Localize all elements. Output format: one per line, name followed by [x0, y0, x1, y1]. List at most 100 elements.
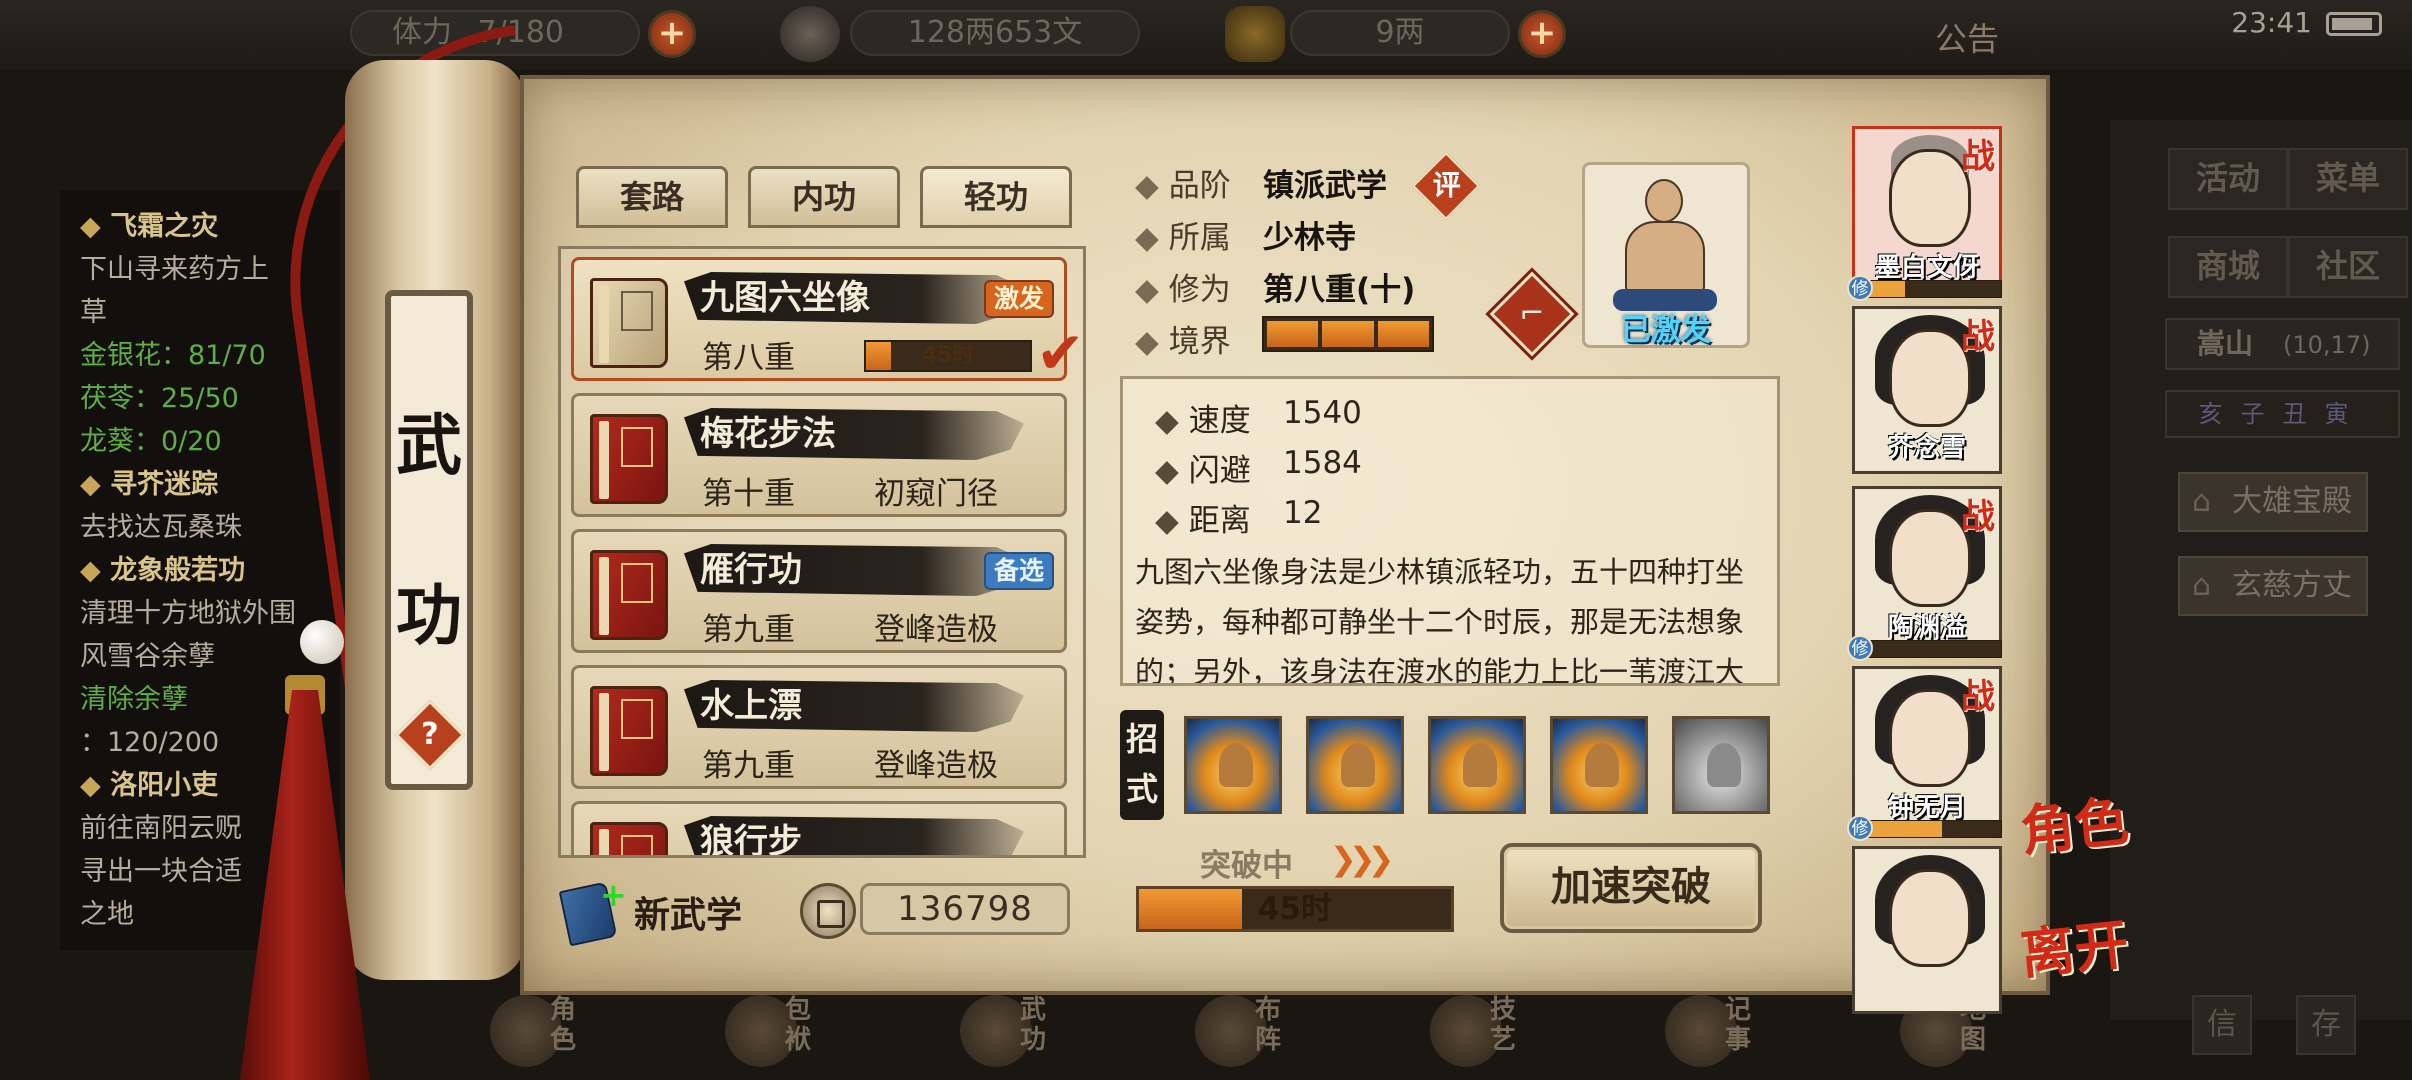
notice-button[interactable]: 公告 — [1935, 14, 1999, 60]
quest-line: 下山寻来药方上 — [80, 254, 269, 285]
stat-label: 距离 — [1155, 503, 1251, 539]
skill-progress: 45时 — [864, 340, 1032, 372]
monk-body — [1625, 221, 1705, 293]
nav-item-4[interactable]: 布阵 — [1185, 985, 1325, 1075]
character-card[interactable]: 墨白文伢 战 — [1852, 126, 2002, 294]
quest-line: 之地 — [80, 899, 134, 930]
battle-badge: 战 — [1961, 497, 1995, 537]
quest-line: 金银花：81/70 — [80, 340, 266, 371]
role-button[interactable]: 角色 — [2016, 777, 2132, 867]
skill-level: 第九重 — [702, 612, 795, 648]
speedup-breakthrough-button[interactable]: 加速突破 — [1500, 843, 1762, 933]
move-1-icon[interactable] — [1184, 716, 1282, 814]
breaking-label: 突破中 — [1200, 848, 1293, 884]
skill-list[interactable]: 九图六坐像 第八重 激发 45时 ✔ 梅花步法 第十重 初窥门径 雁行功 第九重 登峰造极 备选 水上漂… — [558, 246, 1086, 858]
character-face — [1889, 149, 1971, 247]
add-ingot-button[interactable]: + — [1518, 10, 1566, 58]
checkmark-icon: ✔ — [1036, 319, 1085, 387]
tab-lightness-skill[interactable]: 轻功 — [920, 166, 1072, 228]
character-name: 陶渊溢 — [1887, 613, 1966, 643]
skill-row[interactable]: 九图六坐像 第八重 激发 45时 ✔ — [571, 257, 1083, 382]
move-3-icon[interactable] — [1428, 716, 1526, 814]
skill-level: 第十重 — [702, 476, 795, 512]
quest-title: 寻芥迷踪 — [80, 462, 218, 501]
character-face — [1889, 869, 1971, 967]
nav-item-1[interactable]: 角色 — [480, 985, 620, 1075]
tab-routines[interactable]: 套路 — [576, 166, 728, 228]
moves-label: 招式 — [1120, 710, 1164, 820]
character-face — [1889, 689, 1971, 787]
character-card[interactable]: 钟无月 战 — [1852, 666, 2002, 834]
location-display[interactable]: 嵩山 (10,17) — [2165, 318, 2400, 370]
community-button[interactable]: 社区 — [2288, 236, 2408, 298]
quest-line: 茯苓：25/50 — [80, 383, 239, 414]
menu-button[interactable]: 菜单 — [2288, 148, 2408, 210]
mail-button[interactable]: 信 — [2192, 995, 2252, 1055]
skill-row[interactable]: 水上漂 第九重 登峰造极 — [571, 665, 1067, 789]
stat-speed: 速度 1540 — [1155, 395, 1362, 440]
place-button-abbot[interactable]: 玄慈方丈 — [2178, 556, 2368, 616]
leave-button[interactable]: 离开 — [2016, 900, 2132, 990]
quest-line: ：120/200 — [80, 727, 220, 758]
character-card[interactable] — [1852, 846, 2002, 1014]
character-name: 芥念雪 — [1887, 433, 1966, 463]
skill-row[interactable]: 梅花步法 第十重 初窥门径 — [571, 393, 1067, 517]
sect-value: 少林寺 — [1263, 220, 1356, 256]
place-button-hall[interactable]: 大雄宝殿 — [2178, 472, 2368, 532]
realm-segment — [1267, 321, 1319, 347]
nav-label: 包袱 — [785, 995, 812, 1055]
activity-button[interactable]: 活动 — [2168, 148, 2288, 210]
character-card[interactable]: 芥念雪 战 — [1852, 306, 2002, 474]
nav-item-2[interactable]: 包袱 — [715, 985, 855, 1075]
book-icon — [590, 550, 668, 640]
scroll-title-char-1: 武 — [396, 406, 462, 484]
time-band: 亥子丑寅 — [2165, 390, 2400, 438]
clock: 23:41 — [2231, 6, 2312, 39]
nav-item-6[interactable]: 记事 — [1655, 985, 1795, 1075]
add-stamina-button[interactable]: + — [648, 10, 696, 58]
nav-item-5[interactable]: 技艺 — [1420, 985, 1560, 1075]
skill-row[interactable]: 雁行功 第九重 登峰造极 备选 — [571, 529, 1067, 653]
activated-label: 已激发 — [1621, 313, 1711, 348]
realm-segment — [1377, 321, 1429, 347]
character-face — [1889, 509, 1971, 607]
battery-icon — [2326, 12, 2382, 36]
help-icon: ? — [421, 717, 439, 752]
realm-label: 境界 — [1135, 324, 1231, 360]
skill-name: 水上漂 — [700, 686, 802, 726]
quest-title: 龙象般若功 — [80, 548, 245, 587]
save-button[interactable]: 存 — [2296, 995, 2356, 1055]
cultivation-label: 修为 — [1135, 272, 1231, 308]
location-name: 嵩山 — [2197, 327, 2254, 360]
breakthrough-progress: 45时 — [1136, 886, 1454, 932]
quest-line: 草 — [80, 297, 107, 328]
cultivation-bar: 修 — [1847, 815, 2002, 841]
stat-value: 12 — [1283, 495, 1323, 531]
move-5-icon[interactable] — [1672, 716, 1770, 814]
stats-box[interactable]: 速度 1540 闪避 1584 距离 12 九图六坐像身法是少林镇派轻功，五十四种打坐… — [1120, 376, 1780, 686]
realm-segment — [1322, 321, 1374, 347]
character-card[interactable]: 陶渊溢 战 — [1852, 486, 2002, 654]
tab-inner-skill[interactable]: 内功 — [748, 166, 900, 228]
location-coords: (10,17) — [2283, 331, 2371, 359]
skill-level: 第八重 — [702, 340, 795, 376]
sect-row: 所属少林寺 — [1135, 212, 1356, 257]
skill-level: 第九重 — [702, 748, 795, 784]
quest-title: 飞霜之灾 — [80, 204, 218, 243]
battle-badge: 战 — [1961, 677, 1995, 717]
skill-progress-label: 45时 — [921, 343, 975, 368]
skill-row[interactable]: 狼行步 — [571, 801, 1067, 855]
skill-tag: 激发 — [984, 280, 1054, 318]
scroll-title: 武 功 — [385, 390, 473, 670]
scroll-title-char-2: 功 — [396, 576, 462, 654]
move-4-icon[interactable] — [1550, 716, 1648, 814]
battle-badge: 战 — [1961, 137, 1995, 177]
move-2-icon[interactable] — [1306, 716, 1404, 814]
character-name: 钟无月 — [1887, 793, 1966, 823]
cultivation-badge: 修 — [1847, 275, 1873, 301]
nav-item-3[interactable]: 武功 — [950, 985, 1090, 1075]
nav-label: 角色 — [550, 995, 577, 1055]
shop-button[interactable]: 商城 — [2168, 236, 2288, 298]
new-skill-label: 新武学 — [634, 895, 743, 936]
new-skill-button[interactable]: + 新武学 — [558, 876, 760, 947]
